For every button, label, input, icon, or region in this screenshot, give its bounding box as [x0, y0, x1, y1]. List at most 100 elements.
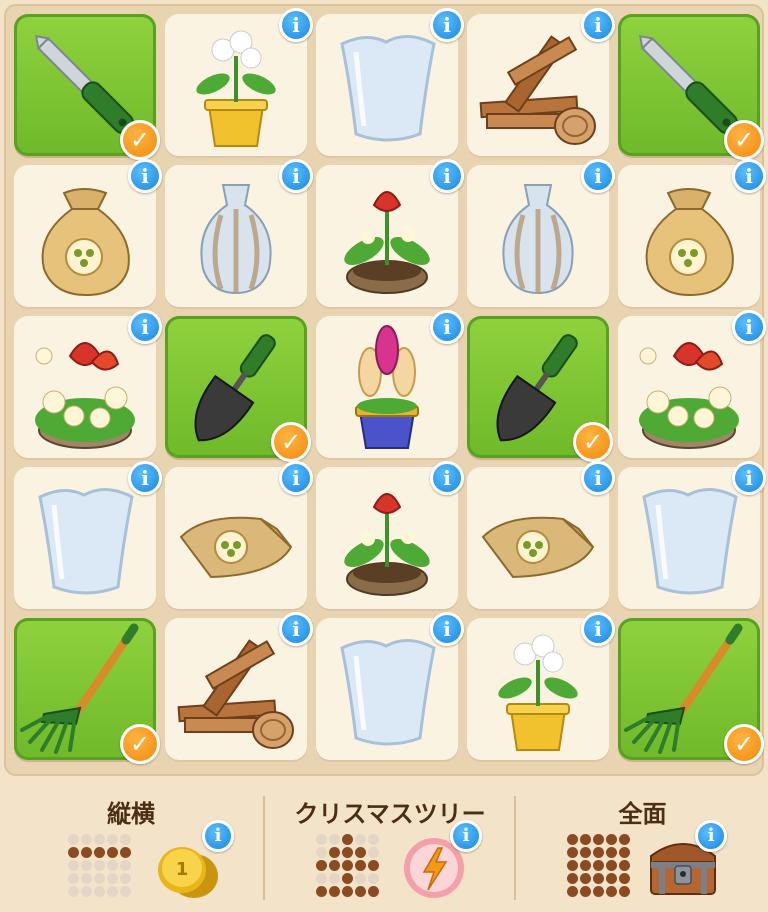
- pattern-dot-filled: [342, 834, 353, 845]
- info-icon[interactable]: i: [581, 8, 615, 42]
- pattern-dot-filled: [94, 847, 105, 858]
- pattern-dot-filled: [619, 847, 630, 858]
- info-icon[interactable]: i: [279, 461, 313, 495]
- pattern-dot-filled: [580, 847, 591, 858]
- info-icon[interactable]: i: [430, 310, 464, 344]
- bingo-tile-glass-vase[interactable]: i: [618, 461, 766, 609]
- info-icon[interactable]: i: [128, 310, 162, 344]
- pattern-dot-filled: [355, 847, 366, 858]
- goal-full-board[interactable]: 全面 i: [517, 784, 768, 912]
- checkmark-icon: ✓: [120, 120, 160, 160]
- info-icon[interactable]: i: [430, 461, 464, 495]
- info-icon[interactable]: i: [128, 159, 162, 193]
- bingo-tile-hyacinth-pot[interactable]: i: [316, 310, 464, 458]
- pattern-dot-empty: [120, 873, 131, 884]
- pattern-dot-empty: [68, 873, 79, 884]
- pattern-dot-filled: [316, 860, 327, 871]
- pattern-dot-filled: [355, 860, 366, 871]
- pattern-dot-filled: [368, 860, 379, 871]
- bingo-tile-seed-bag[interactable]: i: [165, 461, 313, 609]
- pattern-dot-filled: [580, 886, 591, 897]
- pattern-dot-filled: [593, 860, 604, 871]
- info-icon[interactable]: i: [450, 820, 482, 852]
- bingo-tile-seed-sack[interactable]: i: [618, 159, 766, 307]
- bingo-tile-glass-vase[interactable]: i: [316, 8, 464, 156]
- info-icon[interactable]: i: [581, 159, 615, 193]
- bingo-tile-garden-knife[interactable]: ✓: [14, 14, 160, 160]
- info-icon[interactable]: i: [732, 461, 766, 495]
- divider: [514, 796, 516, 900]
- pattern-dot-empty: [68, 886, 79, 897]
- pattern-dot-filled: [355, 886, 366, 897]
- pattern-dot-filled: [81, 847, 92, 858]
- goal-title: 全面: [618, 800, 667, 828]
- pattern-dot-empty: [316, 847, 327, 858]
- bingo-tile-rake[interactable]: ✓: [618, 618, 764, 764]
- bingo-tile-glass-vase[interactable]: i: [316, 612, 464, 760]
- pattern-dot-filled: [593, 886, 604, 897]
- gold-coin-icon[interactable]: 1 i: [152, 820, 234, 902]
- pattern-dot-filled: [120, 847, 131, 858]
- checkmark-icon: ✓: [271, 422, 311, 462]
- bingo-tile-seed-bag[interactable]: i: [467, 461, 615, 609]
- goal-row-column[interactable]: 縦横 1 i: [0, 784, 262, 912]
- pattern-dot-filled: [619, 860, 630, 871]
- pattern-dot-filled: [606, 847, 617, 858]
- info-icon[interactable]: i: [279, 159, 313, 193]
- pattern-dot-filled: [593, 873, 604, 884]
- bingo-tile-striped-vase[interactable]: i: [165, 159, 313, 307]
- pattern-dot-filled: [567, 873, 578, 884]
- pattern-dot-empty: [94, 873, 105, 884]
- checkmark-icon: ✓: [724, 120, 764, 160]
- goal-christmas-tree[interactable]: クリスマスツリー i: [266, 784, 514, 912]
- pattern-dot-filled: [329, 847, 340, 858]
- info-icon[interactable]: i: [128, 461, 162, 495]
- info-icon[interactable]: i: [430, 159, 464, 193]
- bingo-grid: ✓ i i i ✓ i i i i i i ✓ i ✓ i i i i i i ✓ i i i ✓: [14, 8, 766, 764]
- info-icon[interactable]: i: [202, 820, 234, 852]
- bingo-tile-trowel[interactable]: ✓: [165, 316, 311, 462]
- bingo-tile-wood-planks[interactable]: i: [165, 612, 313, 760]
- pattern-dot-empty: [81, 860, 92, 871]
- bingo-tile-striped-vase[interactable]: i: [467, 159, 615, 307]
- goal-pattern: [567, 834, 630, 897]
- info-icon[interactable]: i: [279, 8, 313, 42]
- pattern-dot-filled: [68, 847, 79, 858]
- pattern-dot-filled: [606, 860, 617, 871]
- pattern-dot-empty: [81, 873, 92, 884]
- info-icon[interactable]: i: [581, 461, 615, 495]
- bingo-tile-wood-planks[interactable]: i: [467, 8, 615, 156]
- bingo-tile-garden-knife[interactable]: ✓: [618, 14, 764, 160]
- pattern-dot-empty: [329, 834, 340, 845]
- pattern-dot-filled: [329, 886, 340, 897]
- info-icon[interactable]: i: [695, 820, 727, 852]
- bingo-tile-white-flower-pot[interactable]: i: [165, 8, 313, 156]
- pattern-dot-filled: [567, 860, 578, 871]
- bingo-tile-flower-planter[interactable]: i: [618, 310, 766, 458]
- info-icon[interactable]: i: [581, 612, 615, 646]
- info-icon[interactable]: i: [732, 310, 766, 344]
- pattern-dot-filled: [368, 886, 379, 897]
- pattern-dot-empty: [316, 834, 327, 845]
- info-icon[interactable]: i: [732, 159, 766, 193]
- bingo-tile-tulip-planter[interactable]: i: [316, 461, 464, 609]
- pattern-dot-empty: [68, 860, 79, 871]
- pattern-dot-empty: [68, 834, 79, 845]
- checkmark-icon: ✓: [724, 724, 764, 764]
- bingo-tile-glass-vase[interactable]: i: [14, 461, 162, 609]
- bingo-tile-rake[interactable]: ✓: [14, 618, 160, 764]
- bingo-tile-white-flower-pot[interactable]: i: [467, 612, 615, 760]
- pattern-dot-filled: [107, 847, 118, 858]
- pattern-dot-empty: [355, 873, 366, 884]
- pattern-dot-filled: [567, 886, 578, 897]
- bingo-tile-seed-sack[interactable]: i: [14, 159, 162, 307]
- info-icon[interactable]: i: [430, 8, 464, 42]
- energy-orb-icon[interactable]: i: [400, 820, 482, 902]
- bingo-tile-tulip-planter[interactable]: i: [316, 159, 464, 307]
- info-icon[interactable]: i: [279, 612, 313, 646]
- treasure-chest-icon[interactable]: i: [645, 820, 727, 902]
- goal-pattern: [316, 834, 379, 897]
- bingo-tile-trowel[interactable]: ✓: [467, 316, 613, 462]
- bingo-tile-flower-planter[interactable]: i: [14, 310, 162, 458]
- info-icon[interactable]: i: [430, 612, 464, 646]
